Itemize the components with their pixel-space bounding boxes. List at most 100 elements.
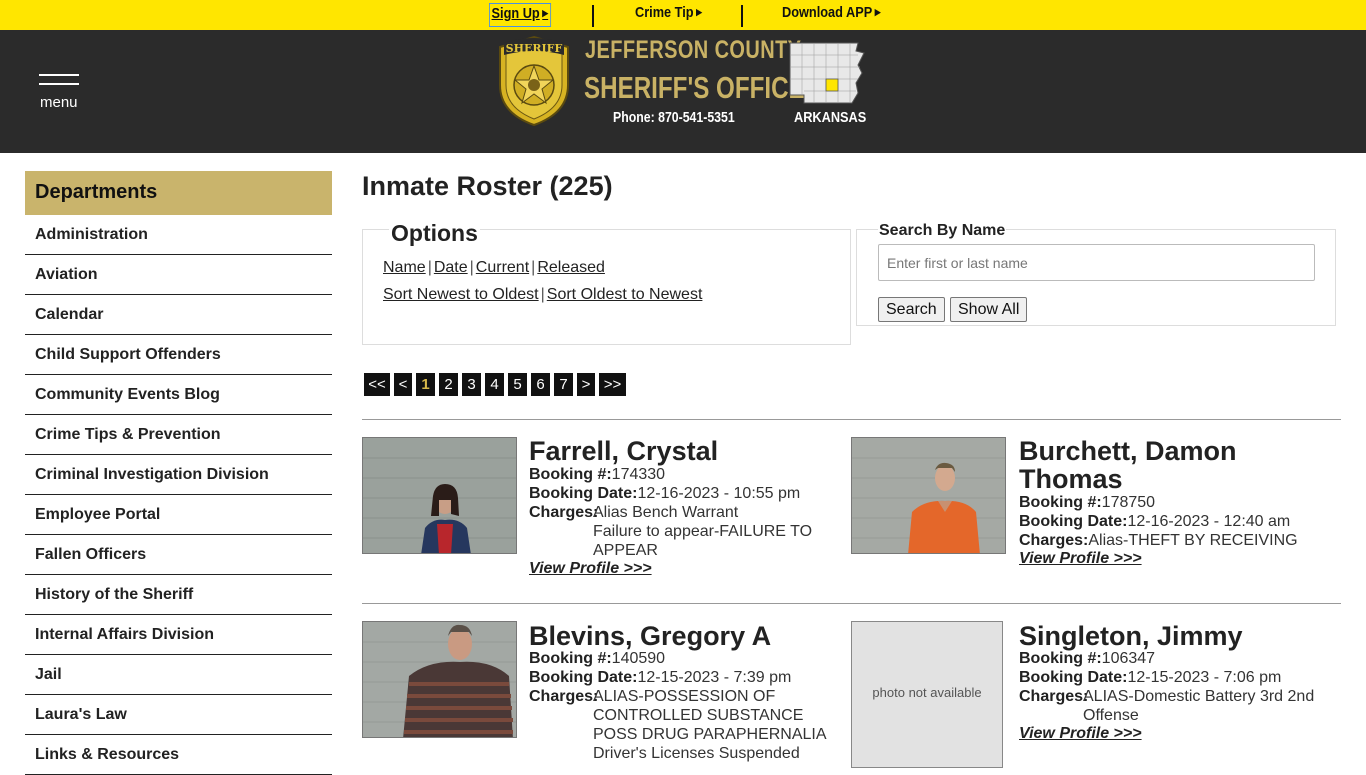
inmate-name: Burchett, Damon (1019, 436, 1237, 466)
charges-label: Charges: (1019, 688, 1089, 705)
top-bar: Sign Up ▶ Crime Tip ▶ Download APP ▶ (0, 0, 1366, 30)
booking-number-line: Booking #:106347 (1019, 649, 1155, 668)
row-divider (362, 419, 1341, 420)
show-all-button[interactable]: Show All (950, 297, 1028, 322)
page-4[interactable]: 4 (485, 373, 504, 396)
sidebar-item-jail[interactable]: Jail (25, 655, 332, 695)
charge-item: Alias-THEFT BY RECEIVING (1088, 532, 1298, 549)
arkansas-map-icon (789, 42, 865, 104)
booking-date-line: Booking Date:12-15-2023 - 7:06 pm (1019, 668, 1281, 687)
caret-right-icon: ▶ (542, 8, 549, 18)
page-7[interactable]: 7 (554, 373, 573, 396)
charge-item: Failure to appear-FAILURE TO (593, 523, 813, 540)
top-divider (741, 5, 743, 27)
sidebar-item-fallen-officers[interactable]: Fallen Officers (25, 535, 332, 575)
sort-name-link[interactable]: Name (383, 259, 426, 276)
sort-oldest-link[interactable]: Sort Oldest to Newest (547, 286, 703, 303)
page-6[interactable]: 6 (531, 373, 550, 396)
sidebar-item-internal-affairs[interactable]: Internal Affairs Division (25, 615, 332, 655)
departments-heading: Departments (25, 171, 332, 215)
separator: | (469, 259, 474, 276)
signup-label: Sign Up (491, 5, 540, 22)
menu-label: menu (40, 94, 78, 111)
booking-number-label: Booking #: (1019, 494, 1102, 511)
sidebar-item-links-resources[interactable]: Links & Resources (25, 735, 332, 775)
sort-filter-row: Name | Date | Current | Released (383, 259, 605, 277)
inmate-photo-placeholder[interactable]: photo not available (851, 621, 1003, 768)
caret-right-icon: ▶ (696, 7, 703, 17)
state-label: ARKANSAS (794, 109, 867, 126)
sidebar-item-crime-tips[interactable]: Crime Tips & Prevention (25, 415, 332, 455)
charge-item: Driver's Licenses Suspended (593, 745, 800, 762)
page-last[interactable]: >> (599, 373, 626, 396)
page-next[interactable]: > (577, 373, 595, 396)
page-1[interactable]: 1 (416, 373, 435, 396)
page-5[interactable]: 5 (508, 373, 527, 396)
booking-date-label: Booking Date: (529, 669, 638, 686)
charges-list: Alias Bench Warrant Failure to appear-FA… (593, 503, 812, 560)
sidebar-item-aviation[interactable]: Aviation (25, 255, 332, 295)
booking-date-value: 12-15-2023 - 7:39 pm (637, 669, 792, 686)
page-first[interactable]: << (364, 373, 390, 396)
mugshot-image (363, 622, 516, 737)
crime-tip-link[interactable]: Crime Tip ▶ (635, 4, 702, 28)
page-2[interactable]: 2 (439, 373, 458, 396)
row-divider (362, 603, 1341, 604)
site-header: menu SHERIFF JEFFERSON COUNTY SHERIFF'S … (0, 30, 1366, 153)
top-divider (592, 5, 594, 27)
inmate-photo[interactable] (362, 621, 517, 738)
sidebar-item-calendar[interactable]: Calendar (25, 295, 332, 335)
sidebar-item-child-support-offenders[interactable]: Child Support Offenders (25, 335, 332, 375)
booking-date-line: Booking Date:12-16-2023 - 10:55 pm (529, 484, 800, 503)
crime-tip-label: Crime Tip (635, 4, 694, 21)
filter-current-link[interactable]: Current (476, 259, 529, 276)
booking-date-value: 12-16-2023 - 10:55 pm (637, 485, 801, 502)
search-button[interactable]: Search (878, 297, 945, 322)
booking-number-value: 106347 (1101, 650, 1156, 667)
page-prev[interactable]: < (394, 373, 412, 396)
view-profile-link[interactable]: View Profile >>> (1019, 725, 1142, 743)
inmate-photo[interactable] (851, 437, 1006, 554)
inmate-photo[interactable] (362, 437, 517, 554)
mugshot-image (852, 438, 1005, 553)
sort-newest-link[interactable]: Sort Newest to Oldest (383, 286, 539, 303)
view-profile-link[interactable]: View Profile >>> (1019, 550, 1142, 568)
sort-date-link[interactable]: Date (434, 259, 468, 276)
brand-title-line2: SHERIFF'S OFFICE (584, 70, 805, 105)
menu-button[interactable]: menu (39, 74, 81, 114)
booking-date-value: 12-16-2023 - 12:40 am (1127, 513, 1291, 530)
booking-number-label: Booking #: (1019, 650, 1102, 667)
charge-item: Offense (1083, 707, 1139, 724)
filter-released-link[interactable]: Released (537, 259, 605, 276)
charge-item: ALIAS-POSSESSION OF (593, 688, 776, 705)
departments-sidebar: Departments Administration Aviation Cale… (25, 171, 332, 775)
sidebar-item-community-events-blog[interactable]: Community Events Blog (25, 375, 332, 415)
charge-item: CONTROLLED SUBSTANCE (593, 707, 804, 724)
booking-number-label: Booking #: (529, 650, 612, 667)
download-app-link[interactable]: Download APP ▶ (782, 4, 881, 28)
search-name-input[interactable] (878, 244, 1315, 281)
booking-date-label: Booking Date: (1019, 513, 1128, 530)
page-3[interactable]: 3 (462, 373, 481, 396)
sidebar-item-administration[interactable]: Administration (25, 215, 332, 255)
charges-line: Charges:Alias-THEFT BY RECEIVING (1019, 531, 1298, 550)
booking-number-line: Booking #:140590 (529, 649, 665, 668)
sidebar-item-employee-portal[interactable]: Employee Portal (25, 495, 332, 535)
inmate-name-continued: Thomas (1019, 464, 1123, 494)
brand-title-line1: JEFFERSON COUNTY (585, 36, 802, 64)
page-title: Inmate Roster (225) (362, 171, 613, 201)
sheriff-badge-logo[interactable]: SHERIFF (494, 35, 574, 127)
charge-item: POSS DRUG PARAPHERNALIA (593, 726, 827, 743)
booking-date-label: Booking Date: (529, 485, 638, 502)
charges-label: Charges: (1019, 532, 1089, 549)
sidebar-item-history[interactable]: History of the Sheriff (25, 575, 332, 615)
booking-number-line: Booking #:178750 (1019, 493, 1155, 512)
sidebar-item-lauras-law[interactable]: Laura's Law (25, 695, 332, 735)
view-profile-link[interactable]: View Profile >>> (529, 560, 652, 578)
booking-number-value: 178750 (1101, 494, 1156, 511)
separator: | (531, 259, 536, 276)
hamburger-icon (39, 74, 79, 76)
signup-link[interactable]: Sign Up ▶ (489, 3, 551, 27)
sidebar-item-criminal-investigation[interactable]: Criminal Investigation Division (25, 455, 332, 495)
search-panel: Search By Name Search Show All (856, 222, 1336, 326)
